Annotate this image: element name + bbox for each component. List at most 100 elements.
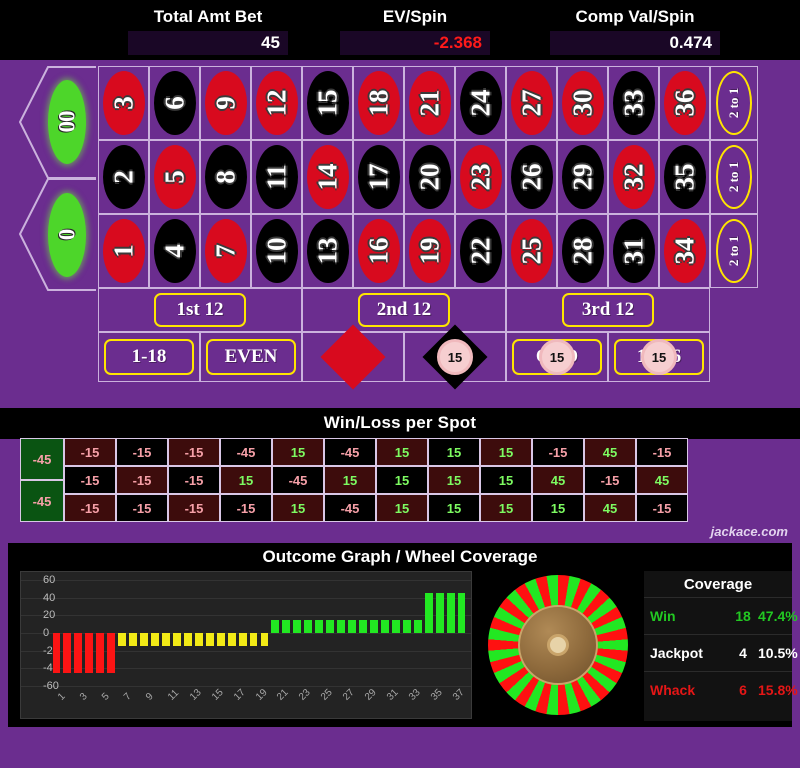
- bet-cell-number-26[interactable]: 26: [506, 140, 557, 214]
- bet-cell-number-14[interactable]: 14: [302, 140, 353, 214]
- chart-bar: [348, 619, 356, 633]
- graph-panel: Outcome Graph / Wheel Coverage 60 40 20 0 -2…: [8, 543, 798, 727]
- bet-cell-number-29[interactable]: 29: [557, 140, 608, 214]
- bet-cell-number-32[interactable]: 32: [608, 140, 659, 214]
- bet-cell-number-18[interactable]: 18: [353, 66, 404, 140]
- chart-bar: [271, 619, 280, 633]
- chart-bar: [304, 619, 313, 633]
- win-loss-value: 45: [654, 472, 670, 488]
- bet-cell-number-6[interactable]: 6: [149, 66, 200, 140]
- x-axis-tick: 37: [450, 687, 467, 703]
- bet-cell-number-30[interactable]: 30: [557, 66, 608, 140]
- win-loss-value: -15: [600, 472, 620, 488]
- bet-cell-number-1[interactable]: 1: [98, 214, 149, 288]
- bet-cell-outside-19-36[interactable]: 19-3615: [608, 332, 710, 382]
- win-loss-value: 15: [498, 500, 514, 516]
- bet-cell-number-5[interactable]: 5: [149, 140, 200, 214]
- bet-chip[interactable]: 15: [539, 339, 575, 375]
- bet-cell-number-9[interactable]: 9: [200, 66, 251, 140]
- bet-cell-outside-even[interactable]: EVEN: [200, 332, 302, 382]
- bet-cell-number-25[interactable]: 25: [506, 214, 557, 288]
- number-label: 28: [567, 237, 597, 265]
- win-loss-cell: -15: [584, 466, 636, 494]
- bet-cell-number-13[interactable]: 13: [302, 214, 353, 288]
- stat-label: Comp Val/Spin: [575, 7, 695, 26]
- bet-cell-double-zero[interactable]: 00: [48, 80, 86, 164]
- number-oval: 11: [255, 145, 298, 209]
- bet-cell-zero[interactable]: 0: [48, 193, 86, 277]
- y-axis-tick: -60: [43, 680, 59, 692]
- number-oval: 34: [663, 219, 706, 283]
- bet-cell-number-8[interactable]: 8: [200, 140, 251, 214]
- bet-chip[interactable]: 15: [641, 339, 677, 375]
- chart-bar: [380, 619, 389, 633]
- dozen-box: 1st 12: [154, 293, 246, 327]
- win-loss-cell: -15: [532, 438, 584, 466]
- bet-cell-column-1[interactable]: 2 to 1: [710, 66, 758, 140]
- number-oval: 19: [408, 219, 451, 283]
- win-loss-value: 15: [498, 472, 514, 488]
- bet-cell-number-19[interactable]: 19: [404, 214, 455, 288]
- bet-cell-number-28[interactable]: 28: [557, 214, 608, 288]
- number-label: 32: [618, 163, 648, 191]
- bet-cell-number-4[interactable]: 4: [149, 214, 200, 288]
- number-label: 10: [261, 237, 291, 265]
- bet-cell-dozen-1[interactable]: 1st 12: [98, 288, 302, 332]
- win-loss-cell: -45: [324, 438, 376, 466]
- bet-cell-number-3[interactable]: 3: [98, 66, 149, 140]
- bet-cell-number-23[interactable]: 23: [455, 140, 506, 214]
- chart-bar: [172, 633, 181, 647]
- bet-cell-number-33[interactable]: 33: [608, 66, 659, 140]
- bet-cell-number-17[interactable]: 17: [353, 140, 404, 214]
- bet-cell-number-36[interactable]: 36: [659, 66, 710, 140]
- bet-chip[interactable]: 15: [437, 339, 473, 375]
- chart-bar: [118, 633, 127, 647]
- win-loss-cell: -15: [636, 494, 688, 522]
- win-loss-cell: 45: [532, 466, 584, 494]
- coverage-row: Whack 6 15.8%: [644, 671, 798, 708]
- bet-cell-column-2[interactable]: 2 to 1: [710, 140, 758, 214]
- stat-1: EV/Spin -2.368: [310, 0, 520, 60]
- bet-cell-number-35[interactable]: 35: [659, 140, 710, 214]
- bet-cell-outside-black[interactable]: 15: [404, 324, 506, 390]
- win-loss-cell: -45: [220, 438, 272, 466]
- win-loss-section: Win/Loss per Spot -45 -45 -15 -15 -15 -45 15 -4…: [0, 408, 800, 543]
- chart-bar: [370, 619, 378, 633]
- x-axis-tick: 17: [231, 687, 248, 703]
- bet-cell-outside-1-18[interactable]: 1-18: [98, 332, 200, 382]
- win-loss-cell: -15: [168, 494, 220, 522]
- graph-title: Outcome Graph / Wheel Coverage: [262, 547, 538, 566]
- y-axis-tick: -20: [43, 644, 59, 657]
- win-loss-value: -45: [236, 444, 256, 460]
- bet-cell-column-3[interactable]: 2 to 1: [710, 214, 758, 288]
- bet-cell-dozen-2[interactable]: 2nd 12: [302, 288, 506, 332]
- bet-cell-number-16[interactable]: 16: [353, 214, 404, 288]
- win-loss-cell: -15: [168, 466, 220, 494]
- bet-cell-number-20[interactable]: 20: [404, 140, 455, 214]
- bet-cell-number-27[interactable]: 27: [506, 66, 557, 140]
- number-label: 21: [414, 89, 444, 117]
- outside-box: EVEN: [206, 339, 296, 375]
- bet-cell-number-11[interactable]: 11: [251, 140, 302, 214]
- number-label: 8: [210, 170, 240, 184]
- bet-cell-number-22[interactable]: 22: [455, 214, 506, 288]
- bet-cell-outside-odd[interactable]: ODD15: [506, 332, 608, 382]
- bet-cell-number-2[interactable]: 2: [98, 140, 149, 214]
- win-loss-value: 15: [446, 444, 462, 460]
- win-loss-cell: 15: [428, 466, 480, 494]
- x-axis-tick: 21: [275, 687, 292, 703]
- bet-cell-number-24[interactable]: 24: [455, 66, 506, 140]
- bet-cell-number-12[interactable]: 12: [251, 66, 302, 140]
- bet-cell-dozen-3[interactable]: 3rd 12: [506, 288, 710, 332]
- bet-cell-number-21[interactable]: 21: [404, 66, 455, 140]
- stat-label: Total Amt Bet: [153, 7, 263, 26]
- x-axis-tick: 7: [122, 691, 134, 703]
- bet-cell-number-31[interactable]: 31: [608, 214, 659, 288]
- bet-cell-outside-red[interactable]: [302, 324, 404, 390]
- bet-cell-number-15[interactable]: 15: [302, 66, 353, 140]
- bet-cell-number-7[interactable]: 7: [200, 214, 251, 288]
- x-axis-tick: 15: [209, 687, 226, 703]
- bet-cell-number-10[interactable]: 10: [251, 214, 302, 288]
- bet-cell-number-34[interactable]: 34: [659, 214, 710, 288]
- number-oval: 3: [102, 71, 145, 135]
